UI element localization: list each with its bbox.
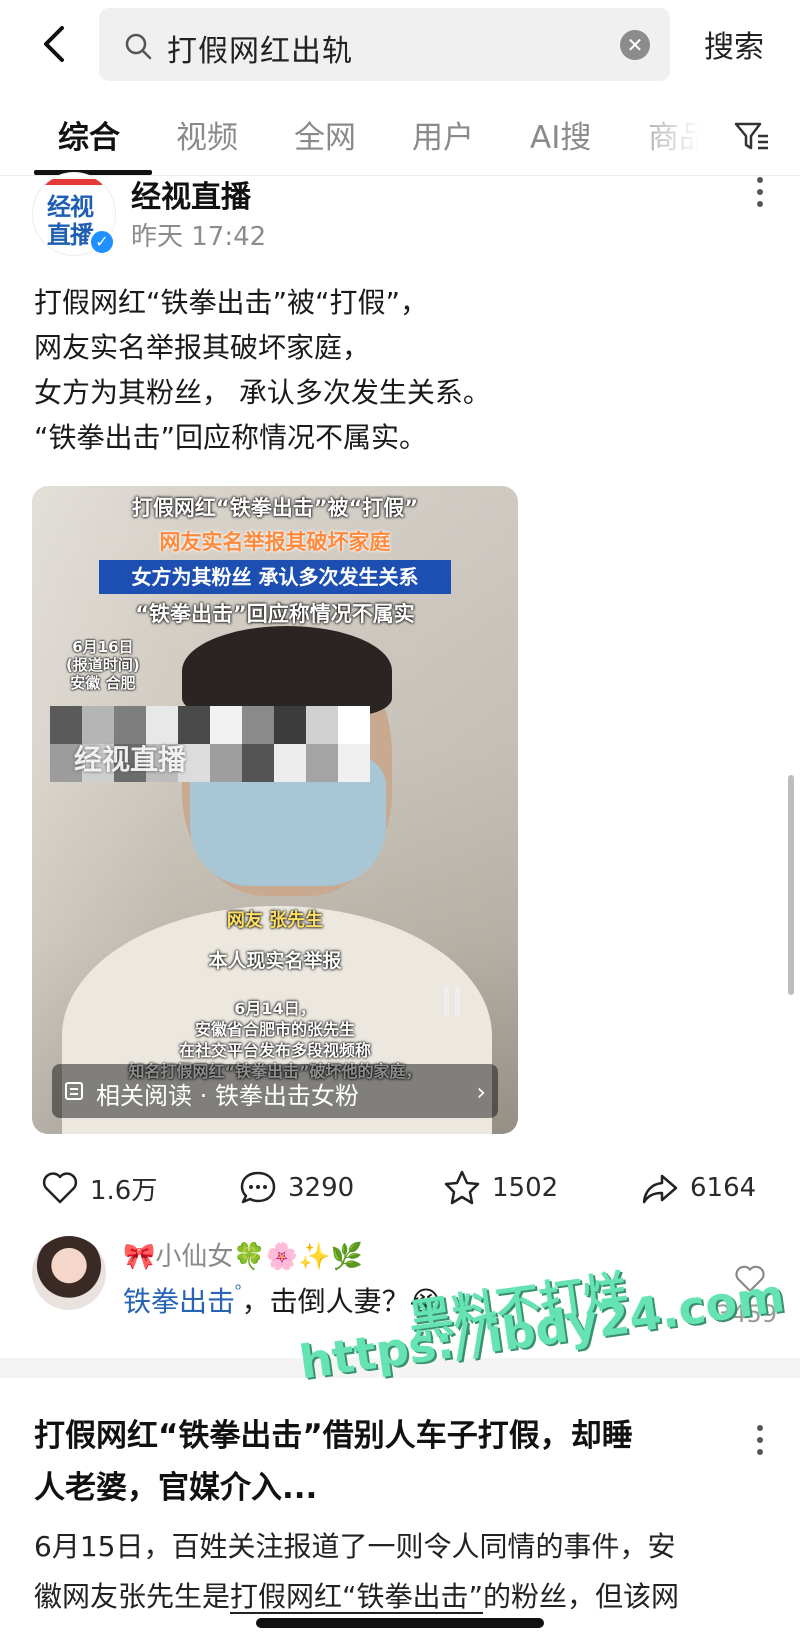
- article-title-line: 打假网红“铁拳出击”借别人车子打假，却睡: [34, 1418, 633, 1454]
- favorite-count: 1502: [492, 1173, 559, 1203]
- filter-icon[interactable]: [732, 116, 772, 156]
- tab-bar: 综合 视频 全网 用户 AI搜 商品: [0, 100, 800, 176]
- video-caption-line: 在社交平台发布多段视频称: [178, 1041, 371, 1060]
- video-date-line: 6月16日: [72, 638, 134, 656]
- scrollbar[interactable]: [788, 775, 794, 995]
- post-text-line: 网友实名举报其破坏家庭，: [34, 331, 371, 364]
- clear-icon[interactable]: ✕: [620, 30, 650, 60]
- comment-topic-link[interactable]: 铁拳出击: [123, 1285, 235, 1318]
- article-text: 徽网友张先生是: [34, 1580, 231, 1613]
- article-text: 的粉丝，但该网: [483, 1580, 680, 1613]
- video-date-line: 安徽 合肥: [70, 674, 136, 692]
- search-icon: ᵒ: [235, 1280, 242, 1299]
- more-options-icon[interactable]: [752, 1420, 768, 1460]
- avatar-logo-strip: [43, 179, 103, 185]
- tab-web[interactable]: 全网: [294, 112, 356, 157]
- top-bar: 打假网红出轨 ✕ 搜索: [0, 0, 800, 95]
- article-snippet-line: 6月15日，百姓关注报道了一则令人同情的事件，安: [34, 1530, 676, 1563]
- related-reading-label: 相关阅读 · 铁拳出击女粉: [96, 1082, 359, 1110]
- video-netizen-label: 网友 张先生: [226, 910, 324, 931]
- video-date-line: (报道时间): [66, 656, 140, 674]
- commenter-name[interactable]: 🎀小仙女🍀🌸✨🌿: [123, 1236, 363, 1273]
- video-title-line: “铁拳出击”回应称情况不属实: [135, 602, 415, 626]
- related-reading-bar[interactable]: 相关阅读 · 铁拳出击女粉 ›: [52, 1064, 498, 1118]
- article-snippet-line: 徽网友张先生是打假网红“铁拳出击”的粉丝，但该网: [34, 1572, 774, 1622]
- share-button[interactable]: 6164: [640, 1160, 756, 1216]
- search-input[interactable]: 打假网红出轨 ✕: [99, 8, 670, 81]
- heart-icon: [42, 1172, 78, 1204]
- back-arrow-icon[interactable]: [34, 22, 78, 66]
- video-caption-line: 6月14日，: [234, 999, 316, 1018]
- search-query[interactable]: 打假网红出轨: [167, 26, 353, 70]
- article-title-line: 人老婆，官媒介入...: [34, 1470, 318, 1506]
- post-text: 打假网红“铁拳出击”被“打假”， 网友实名举报其破坏家庭， 女方为其粉丝， 承认…: [34, 280, 754, 460]
- tab-users[interactable]: 用户: [412, 112, 474, 157]
- comment-text: 铁拳出击ᵒ，击倒人妻？😭: [123, 1280, 442, 1320]
- author-name[interactable]: 经视直播: [131, 172, 251, 216]
- search-button[interactable]: 搜索: [704, 22, 764, 66]
- star-icon: [444, 1170, 480, 1205]
- post-time: 昨天 17:42: [131, 222, 267, 252]
- post-text-line: 女方为其粉丝， 承认多次发生关系。: [34, 376, 491, 409]
- video-title-line: 网友实名举报其破坏家庭: [159, 530, 391, 554]
- tab-video[interactable]: 视频: [176, 112, 238, 157]
- commenter-avatar[interactable]: [32, 1236, 106, 1310]
- more-options-icon[interactable]: [752, 172, 768, 212]
- tab-fade: [620, 100, 720, 170]
- tab-ai-search[interactable]: AI搜: [530, 112, 591, 157]
- article-title[interactable]: 打假网红“铁拳出击”借别人车子打假，却睡 人老婆，官媒介入...: [34, 1410, 734, 1514]
- share-count: 6164: [690, 1173, 757, 1203]
- video-title-line: 女方为其粉丝 承认多次发生关系: [99, 560, 451, 594]
- comment-count: 3290: [288, 1173, 355, 1203]
- video-caption-line: 安徽省合肥市的张先生: [194, 1020, 355, 1039]
- video-person-hair: [182, 626, 392, 716]
- article-snippet: 6月15日，百姓关注报道了一则令人同情的事件，安 徽网友张先生是打假网红“铁拳出…: [34, 1522, 774, 1622]
- share-icon: [642, 1174, 678, 1204]
- favorite-button[interactable]: 1502: [442, 1160, 558, 1216]
- avatar-logo-text: 直播: [47, 221, 94, 249]
- comment-icon: [240, 1171, 276, 1204]
- document-icon: [65, 1082, 83, 1100]
- tab-comprehensive[interactable]: 综合: [58, 112, 120, 157]
- post-text-line: 打假网红“铁拳出击”被“打假”，: [34, 286, 429, 319]
- verified-badge-icon: ✓: [88, 228, 116, 256]
- video-report-label: 本人现实名举报: [208, 950, 342, 972]
- post-text-line: “铁拳出击”回应称情况不属实。: [34, 421, 428, 454]
- like-button[interactable]: 1.6万: [40, 1160, 157, 1216]
- chevron-right-icon: ›: [476, 1078, 486, 1106]
- pause-icon[interactable]: [444, 986, 460, 1016]
- search-icon: [125, 33, 152, 60]
- video-title-line: 打假网红“铁拳出击”被“打假”: [131, 496, 419, 520]
- video-date: 6月16日 (报道时间) 安徽 合肥: [66, 638, 140, 692]
- video-thumbnail[interactable]: 经视直播 打假网红“铁拳出击”被“打假” 网友实名举报其破坏家庭 女方为其粉丝 …: [32, 486, 518, 1134]
- video-logo-watermark: 经视直播: [74, 743, 187, 776]
- article-topic-link[interactable]: 打假网红“铁拳出击”: [230, 1580, 483, 1613]
- comment-button[interactable]: 3290: [238, 1160, 354, 1216]
- home-indicator[interactable]: [256, 1618, 544, 1628]
- action-bar: 1.6万 3290 1502 6164: [0, 1160, 800, 1216]
- like-count: 1.6万: [90, 1175, 158, 1206]
